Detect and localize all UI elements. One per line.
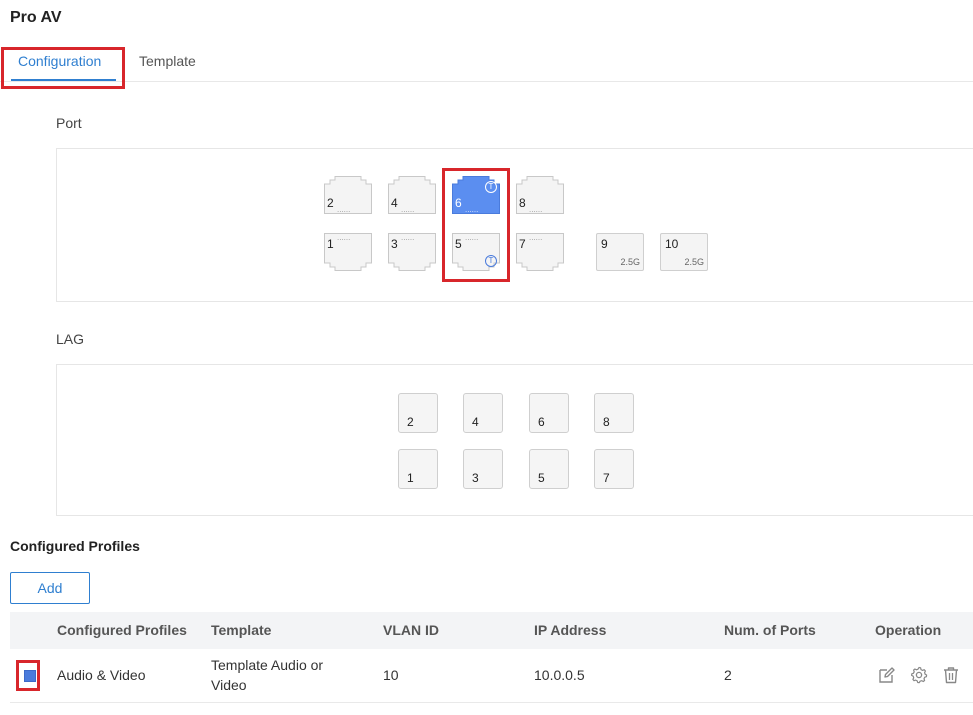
col-header-template: Template <box>211 622 272 638</box>
sfp-port-9[interactable]: 9 2.5G <box>596 233 644 271</box>
gear-icon[interactable] <box>910 666 928 684</box>
sfp-port-speed-label: 2.5G <box>620 257 640 267</box>
port-pins-icon: ...... <box>529 205 543 214</box>
table-row[interactable]: Audio & Video Template Audio or Video 10… <box>10 649 973 703</box>
port-pins-icon: ...... <box>401 205 415 214</box>
lag-5[interactable]: 5 <box>529 449 569 489</box>
col-header-ip-address: IP Address <box>534 622 607 638</box>
lag-number-label: 4 <box>472 415 479 429</box>
port-number-label: 7 <box>519 237 526 251</box>
port-pins-icon: ...... <box>529 233 543 242</box>
port-1[interactable]: 1...... <box>324 233 372 271</box>
lag-number-label: 1 <box>407 471 414 485</box>
edit-icon[interactable] <box>878 666 896 684</box>
port-4[interactable]: 4...... <box>388 176 436 214</box>
tab-template[interactable]: Template <box>139 53 196 69</box>
lag-number-label: 3 <box>472 471 479 485</box>
col-header-num-ports: Num. of Ports <box>724 622 816 638</box>
page-title: Pro AV <box>10 9 62 26</box>
cell-profile-name: Audio & Video <box>57 667 146 683</box>
add-profile-button[interactable]: Add <box>10 572 90 604</box>
port-2[interactable]: 2...... <box>324 176 372 214</box>
cell-vlan-id: 10 <box>383 667 399 683</box>
port-number-label: 1 <box>327 237 334 251</box>
trash-icon[interactable] <box>942 666 960 684</box>
lag-panel <box>56 364 973 516</box>
port-number-label: 8 <box>519 196 526 210</box>
tab-bar: Configuration Template <box>0 44 973 82</box>
sfp-port-number-label: 10 <box>665 237 679 251</box>
cell-ip-address: 10.0.0.5 <box>534 667 585 683</box>
configured-profiles-title: Configured Profiles <box>10 538 140 554</box>
port-number-label: 4 <box>391 196 398 210</box>
lag-number-label: 7 <box>603 471 610 485</box>
lag-1[interactable]: 1 <box>398 449 438 489</box>
lag-6[interactable]: 6 <box>529 393 569 433</box>
lag-section-label: LAG <box>56 331 85 347</box>
port-number-label: 2 <box>327 196 334 210</box>
port-pins-icon: ...... <box>401 233 415 242</box>
lag-number-label: 6 <box>538 415 545 429</box>
lag-number-label: 5 <box>538 471 545 485</box>
lag-7[interactable]: 7 <box>594 449 634 489</box>
port-pins-icon: ...... <box>337 205 351 214</box>
port-selection-highlight <box>442 168 510 282</box>
port-section-label: Port <box>56 115 82 131</box>
sfp-port-10[interactable]: 10 2.5G <box>660 233 708 271</box>
cell-num-ports: 2 <box>724 667 732 683</box>
port-pins-icon: ...... <box>337 233 351 242</box>
table-header: Configured Profiles Template VLAN ID IP … <box>10 612 973 649</box>
port-panel <box>56 148 973 302</box>
col-header-profiles: Configured Profiles <box>57 622 187 638</box>
lag-2[interactable]: 2 <box>398 393 438 433</box>
port-8[interactable]: 8...... <box>516 176 564 214</box>
cell-template-line2: Video <box>211 677 247 693</box>
row-checkbox[interactable] <box>24 670 36 682</box>
port-3[interactable]: 3...... <box>388 233 436 271</box>
lag-number-label: 2 <box>407 415 414 429</box>
lag-8[interactable]: 8 <box>594 393 634 433</box>
col-header-operation: Operation <box>875 622 942 638</box>
lag-number-label: 8 <box>603 415 610 429</box>
sfp-port-speed-label: 2.5G <box>684 257 704 267</box>
lag-3[interactable]: 3 <box>463 449 503 489</box>
port-7[interactable]: 7...... <box>516 233 564 271</box>
sfp-port-number-label: 9 <box>601 237 608 251</box>
configuration-tab-highlight <box>1 47 125 89</box>
cell-template-line1: Template Audio or <box>211 657 324 673</box>
lag-4[interactable]: 4 <box>463 393 503 433</box>
port-number-label: 3 <box>391 237 398 251</box>
col-header-vlan-id: VLAN ID <box>383 622 439 638</box>
